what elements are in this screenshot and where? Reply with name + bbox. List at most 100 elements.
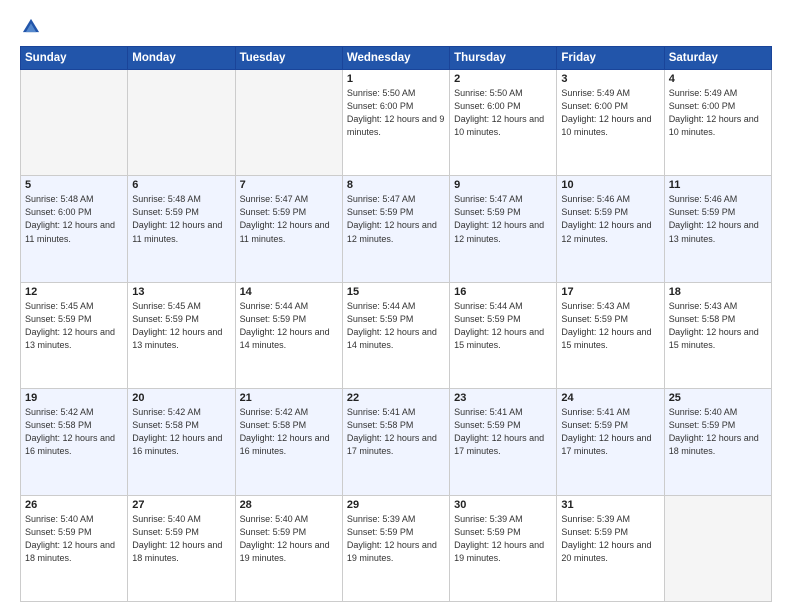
day-info: Sunrise: 5:41 AMSunset: 5:58 PMDaylight:… [347, 406, 445, 458]
weekday-header: Wednesday [342, 47, 449, 70]
day-info: Sunrise: 5:46 AMSunset: 5:59 PMDaylight:… [561, 193, 659, 245]
calendar-cell: 18 Sunrise: 5:43 AMSunset: 5:58 PMDayligh… [664, 282, 771, 388]
day-info: Sunrise: 5:49 AMSunset: 6:00 PMDaylight:… [669, 87, 767, 139]
day-number: 24 [561, 392, 659, 404]
day-number: 28 [240, 499, 338, 511]
calendar-cell: 27 Sunrise: 5:40 AMSunset: 5:59 PMDayligh… [128, 495, 235, 601]
calendar-cell: 11Sunrise: 5:46 AMSunset: 5:59 PMDayligh… [664, 176, 771, 282]
day-number: 8 [347, 179, 445, 191]
day-number: 29 [347, 499, 445, 511]
calendar-cell: 8 Sunrise: 5:47 AMSunset: 5:59 PMDaylight… [342, 176, 449, 282]
calendar-cell: 22Sunrise: 5:41 AMSunset: 5:58 PMDayligh… [342, 389, 449, 495]
weekday-header: Saturday [664, 47, 771, 70]
calendar-cell: 2 Sunrise: 5:50 AMSunset: 6:00 PMDaylight… [450, 70, 557, 176]
day-info: Sunrise: 5:47 AMSunset: 5:59 PMDaylight:… [240, 193, 338, 245]
calendar-cell: 3 Sunrise: 5:49 AMSunset: 6:00 PMDaylight… [557, 70, 664, 176]
calendar-week-row: 26Sunrise: 5:40 AMSunset: 5:59 PMDayligh… [21, 495, 772, 601]
calendar-cell: 12 Sunrise: 5:45 AMSunset: 5:59 PMDayligh… [21, 282, 128, 388]
day-number: 13 [132, 286, 230, 298]
calendar-cell: 21 Sunrise: 5:42 AMSunset: 5:58 PMDayligh… [235, 389, 342, 495]
calendar-cell: 28 Sunrise: 5:40 AMSunset: 5:59 PMDayligh… [235, 495, 342, 601]
day-info: Sunrise: 5:43 AMSunset: 5:59 PMDaylight:… [561, 300, 659, 352]
day-number: 30 [454, 499, 552, 511]
day-info: Sunrise: 5:50 AMSunset: 6:00 PMDaylight:… [454, 87, 552, 139]
day-info: Sunrise: 5:47 AMSunset: 5:59 PMDaylight:… [347, 193, 445, 245]
header [20, 16, 772, 38]
calendar-cell: 1 Sunrise: 5:50 AMSunset: 6:00 PMDaylight… [342, 70, 449, 176]
day-number: 5 [25, 179, 123, 191]
day-number: 20 [132, 392, 230, 404]
day-number: 31 [561, 499, 659, 511]
calendar-cell: 31 Sunrise: 5:39 AMSunset: 5:59 PMDayligh… [557, 495, 664, 601]
weekday-header: Monday [128, 47, 235, 70]
day-info: Sunrise: 5:43 AMSunset: 5:58 PMDaylight:… [669, 300, 767, 352]
day-number: 10 [561, 179, 659, 191]
day-info: Sunrise: 5:40 AMSunset: 5:59 PMDaylight:… [25, 513, 123, 565]
day-info: Sunrise: 5:44 AMSunset: 5:59 PMDaylight:… [347, 300, 445, 352]
day-info: Sunrise: 5:39 AMSunset: 5:59 PMDaylight:… [561, 513, 659, 565]
calendar-cell: 25Sunrise: 5:40 AMSunset: 5:59 PMDayligh… [664, 389, 771, 495]
day-info: Sunrise: 5:40 AMSunset: 5:59 PMDaylight:… [240, 513, 338, 565]
weekday-header: Sunday [21, 47, 128, 70]
day-info: Sunrise: 5:44 AMSunset: 5:59 PMDaylight:… [454, 300, 552, 352]
day-info: Sunrise: 5:50 AMSunset: 6:00 PMDaylight:… [347, 87, 445, 139]
day-info: Sunrise: 5:42 AMSunset: 5:58 PMDaylight:… [25, 406, 123, 458]
day-number: 17 [561, 286, 659, 298]
day-info: Sunrise: 5:46 AMSunset: 5:59 PMDaylight:… [669, 193, 767, 245]
day-info: Sunrise: 5:39 AMSunset: 5:59 PMDaylight:… [454, 513, 552, 565]
page: SundayMondayTuesdayWednesdayThursdayFrid… [0, 0, 792, 612]
day-info: Sunrise: 5:45 AMSunset: 5:59 PMDaylight:… [132, 300, 230, 352]
calendar-header-row: SundayMondayTuesdayWednesdayThursdayFrid… [21, 47, 772, 70]
calendar-table: SundayMondayTuesdayWednesdayThursdayFrid… [20, 46, 772, 602]
day-info: Sunrise: 5:49 AMSunset: 6:00 PMDaylight:… [561, 87, 659, 139]
day-number: 18 [669, 286, 767, 298]
calendar-week-row: 19 Sunrise: 5:42 AMSunset: 5:58 PMDayligh… [21, 389, 772, 495]
day-number: 16 [454, 286, 552, 298]
calendar-cell: 6 Sunrise: 5:48 AMSunset: 5:59 PMDaylight… [128, 176, 235, 282]
calendar-cell: 7 Sunrise: 5:47 AMSunset: 5:59 PMDaylight… [235, 176, 342, 282]
calendar-cell: 4Sunrise: 5:49 AMSunset: 6:00 PMDaylight… [664, 70, 771, 176]
day-number: 2 [454, 73, 552, 85]
calendar-cell: 23Sunrise: 5:41 AMSunset: 5:59 PMDayligh… [450, 389, 557, 495]
calendar-cell [128, 70, 235, 176]
calendar-week-row: 5 Sunrise: 5:48 AMSunset: 6:00 PMDaylight… [21, 176, 772, 282]
calendar-cell [235, 70, 342, 176]
day-number: 3 [561, 73, 659, 85]
day-info: Sunrise: 5:40 AMSunset: 5:59 PMDaylight:… [669, 406, 767, 458]
calendar-cell [21, 70, 128, 176]
logo-icon [20, 16, 42, 38]
calendar-cell: 9Sunrise: 5:47 AMSunset: 5:59 PMDaylight… [450, 176, 557, 282]
calendar-cell: 20 Sunrise: 5:42 AMSunset: 5:58 PMDayligh… [128, 389, 235, 495]
day-info: Sunrise: 5:47 AMSunset: 5:59 PMDaylight:… [454, 193, 552, 245]
day-info: Sunrise: 5:41 AMSunset: 5:59 PMDaylight:… [561, 406, 659, 458]
calendar-week-row: 1 Sunrise: 5:50 AMSunset: 6:00 PMDaylight… [21, 70, 772, 176]
calendar-cell: 10 Sunrise: 5:46 AMSunset: 5:59 PMDayligh… [557, 176, 664, 282]
day-info: Sunrise: 5:42 AMSunset: 5:58 PMDaylight:… [240, 406, 338, 458]
day-info: Sunrise: 5:39 AMSunset: 5:59 PMDaylight:… [347, 513, 445, 565]
day-info: Sunrise: 5:40 AMSunset: 5:59 PMDaylight:… [132, 513, 230, 565]
logo [20, 16, 46, 38]
day-info: Sunrise: 5:48 AMSunset: 5:59 PMDaylight:… [132, 193, 230, 245]
calendar-cell: 16 Sunrise: 5:44 AMSunset: 5:59 PMDayligh… [450, 282, 557, 388]
calendar-cell: 19 Sunrise: 5:42 AMSunset: 5:58 PMDayligh… [21, 389, 128, 495]
day-info: Sunrise: 5:44 AMSunset: 5:59 PMDaylight:… [240, 300, 338, 352]
day-number: 12 [25, 286, 123, 298]
day-number: 21 [240, 392, 338, 404]
day-info: Sunrise: 5:41 AMSunset: 5:59 PMDaylight:… [454, 406, 552, 458]
calendar-cell: 26Sunrise: 5:40 AMSunset: 5:59 PMDayligh… [21, 495, 128, 601]
calendar-cell: 15Sunrise: 5:44 AMSunset: 5:59 PMDayligh… [342, 282, 449, 388]
day-info: Sunrise: 5:48 AMSunset: 6:00 PMDaylight:… [25, 193, 123, 245]
day-number: 27 [132, 499, 230, 511]
day-info: Sunrise: 5:45 AMSunset: 5:59 PMDaylight:… [25, 300, 123, 352]
weekday-header: Friday [557, 47, 664, 70]
day-info: Sunrise: 5:42 AMSunset: 5:58 PMDaylight:… [132, 406, 230, 458]
calendar-cell: 14 Sunrise: 5:44 AMSunset: 5:59 PMDayligh… [235, 282, 342, 388]
day-number: 7 [240, 179, 338, 191]
weekday-header: Thursday [450, 47, 557, 70]
calendar-cell: 24 Sunrise: 5:41 AMSunset: 5:59 PMDayligh… [557, 389, 664, 495]
day-number: 6 [132, 179, 230, 191]
day-number: 19 [25, 392, 123, 404]
day-number: 14 [240, 286, 338, 298]
calendar-cell: 5 Sunrise: 5:48 AMSunset: 6:00 PMDaylight… [21, 176, 128, 282]
day-number: 1 [347, 73, 445, 85]
